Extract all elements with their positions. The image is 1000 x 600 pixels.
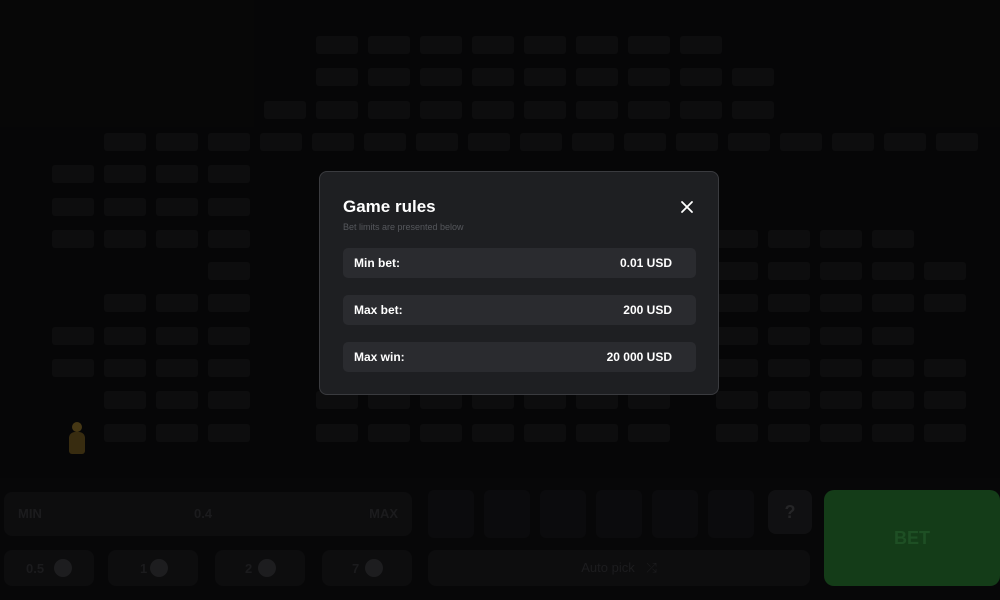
modal-title: Game rules <box>343 197 436 216</box>
max-bet-label: Max bet: <box>354 303 403 317</box>
modal-subtitle: Bet limits are presented below <box>343 222 464 232</box>
max-bet-value: 200 USD <box>623 303 672 317</box>
close-button[interactable] <box>676 196 698 218</box>
min-bet-label: Min bet: <box>354 256 400 270</box>
close-icon <box>681 201 693 213</box>
max-bet-row: Max bet: 200 USD <box>343 295 696 325</box>
game-rules-modal: Game rules Bet limits are presented belo… <box>319 171 719 395</box>
max-win-row: Max win: 20 000 USD <box>343 342 696 372</box>
max-win-value: 20 000 USD <box>606 350 672 364</box>
max-win-label: Max win: <box>354 350 405 364</box>
min-bet-value: 0.01 USD <box>619 256 672 270</box>
min-bet-row: Min bet: 0.01 USD <box>343 248 696 278</box>
